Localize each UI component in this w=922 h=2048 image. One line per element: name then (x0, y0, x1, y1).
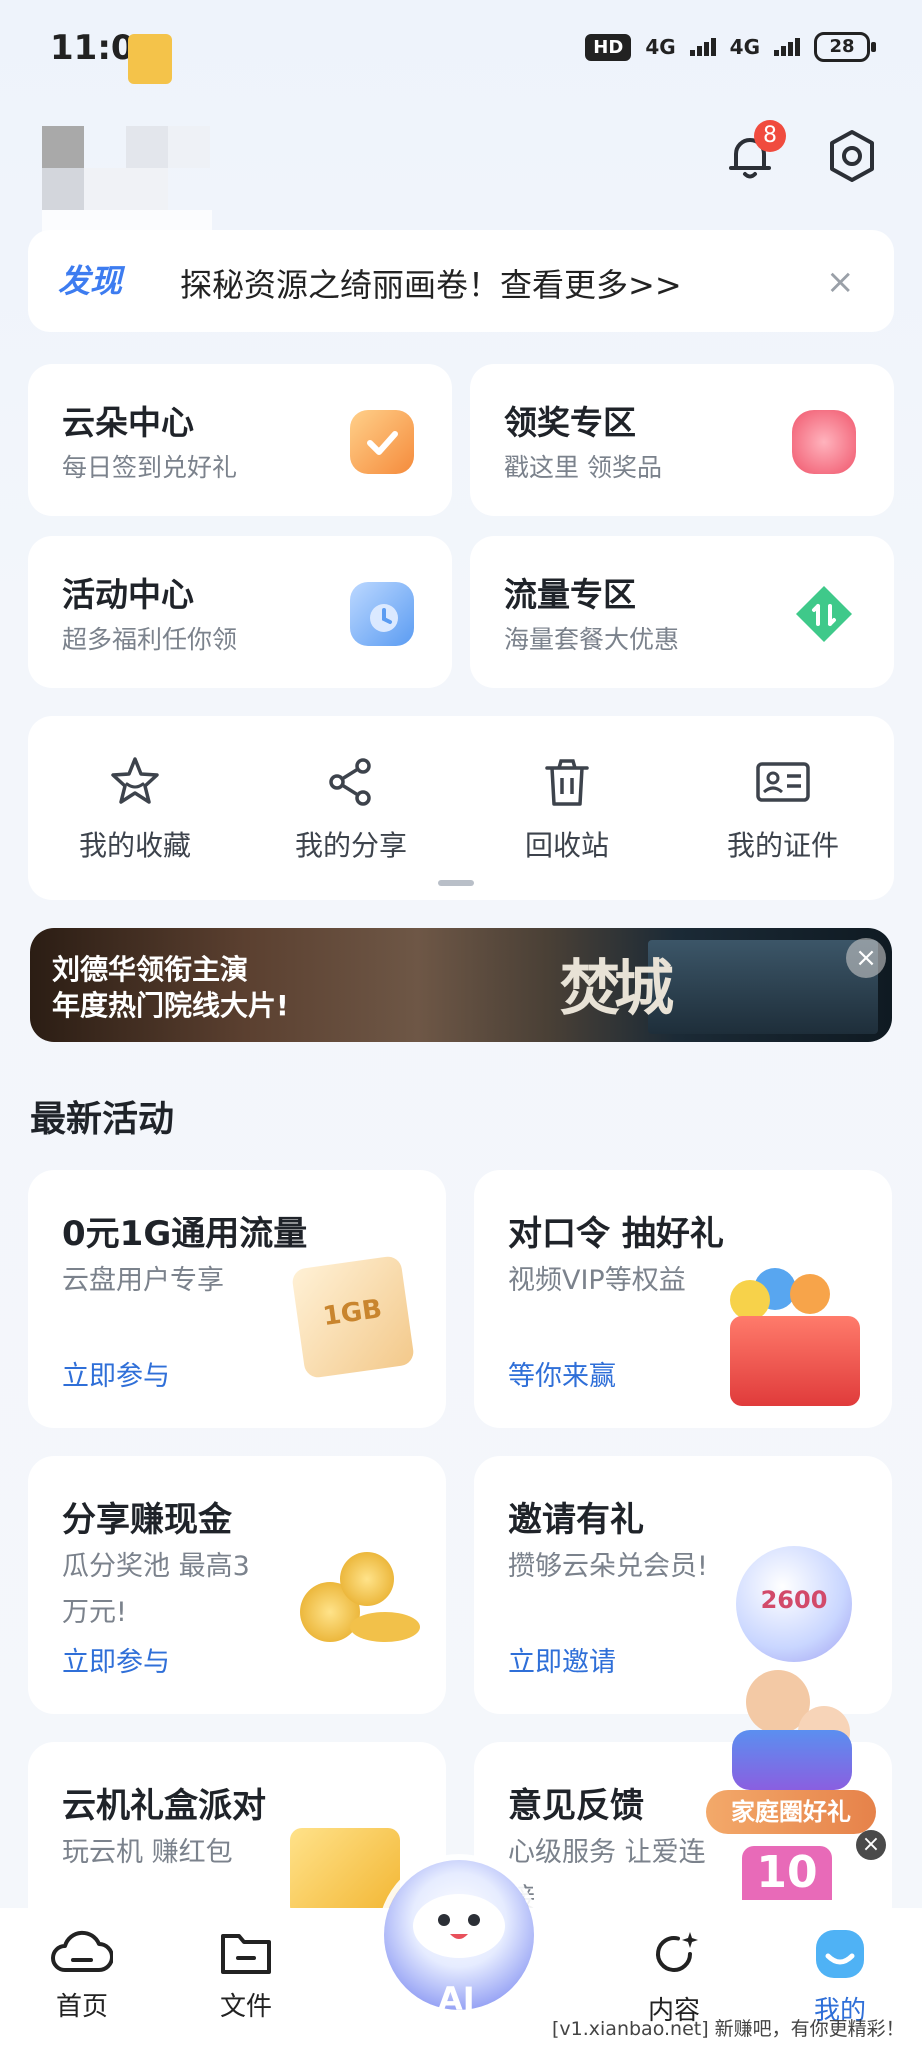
nav-files[interactable]: 文件 (186, 1926, 306, 2023)
watermark: [v1.xianbao.net] 新赚吧，有你更精彩！ (552, 2018, 905, 2040)
signal-icon (689, 38, 716, 56)
activity-subtitle: 云盘用户专享 (62, 1265, 224, 1296)
activity-title: 意见反馈 (508, 1786, 644, 1826)
banner-line-1: 刘德华领衔主演 (52, 953, 249, 986)
service-subtitle: 每日签到兑好礼 (62, 453, 238, 482)
quick-action-label: 回收站 (524, 829, 609, 862)
hd-badge: HD (585, 33, 632, 61)
gift-icon (792, 410, 856, 474)
service-card-rewards[interactable]: 领奖专区 戳这里 领奖品 (470, 364, 894, 516)
activity-link[interactable]: 等你来赢 (508, 1354, 616, 1393)
page-indicator (438, 880, 474, 886)
activity-title: 云机礼盒派对 (62, 1786, 266, 1826)
nav-profile[interactable]: 我的 (780, 1926, 900, 2027)
network-label-1: 4G (645, 35, 676, 59)
network-label-2: 4G (729, 35, 760, 59)
activity-card-password-draw[interactable]: 对口令 抽好礼 视频VIP等权益 等你来赢 (474, 1170, 892, 1428)
activity-subtitle: 视频VIP等权益 (508, 1265, 686, 1296)
banner-text: 刘德华领衔主演 年度热门院线大片! (52, 952, 289, 1024)
trash-icon (545, 759, 589, 806)
coins-illustration (290, 1542, 430, 1662)
data-gift-illustration: 1GB (290, 1254, 416, 1380)
quick-action-label: 我的分享 (294, 829, 407, 862)
invite-clouds-illustration: 2600 (736, 1546, 852, 1662)
data-gift-label: 1GB (321, 1294, 384, 1333)
banner-movie-title: 焚城 (560, 954, 674, 1024)
ai-label: AI (438, 1980, 475, 2018)
family-promo-label: 家庭圈好礼 (706, 1790, 876, 1834)
activity-subtitle: 瓜分奖池 最高3万元! (62, 1551, 250, 1628)
star-icon (111, 757, 159, 804)
nav-label: 首页 (55, 1992, 108, 2022)
service-card-cloud-center[interactable]: 云朵中心 每日签到兑好礼 (28, 364, 452, 516)
activity-link[interactable]: 立即邀请 (508, 1640, 616, 1679)
family-promo-float[interactable]: 家庭圈好礼 × 10 (706, 1670, 886, 1900)
notification-badge: 8 (754, 120, 786, 152)
sim-card-icon (128, 34, 172, 84)
banner-line-2: 年度热门院线大片! (52, 989, 289, 1022)
activity-title: 0元1G通用流量 (62, 1214, 308, 1254)
activity-link[interactable]: 立即参与 (62, 1640, 170, 1679)
calendar-check-icon (350, 410, 414, 474)
activity-title: 分享赚现金 (62, 1500, 232, 1540)
section-title: 最新活动 (30, 1099, 175, 1140)
gear-icon[interactable] (824, 128, 880, 184)
data-diamond-icon (796, 586, 852, 642)
discover-logo: 发现 (58, 262, 123, 300)
nav-label: 文件 (219, 1992, 272, 2022)
nav-content[interactable]: 内容 (614, 1926, 734, 2027)
activity-title: 邀请有礼 (508, 1500, 644, 1540)
service-card-activity-center[interactable]: 活动中心 超多福利任你领 (28, 536, 452, 688)
service-title: 流量专区 (504, 575, 636, 614)
quick-action-label: 我的收藏 (78, 829, 191, 862)
invite-clouds-value: 2600 (760, 1586, 828, 1614)
activity-link[interactable]: 立即参与 (62, 1354, 170, 1393)
activity-subtitle: 玩云机 赚红包 (62, 1837, 233, 1868)
family-figures (732, 1730, 852, 1790)
close-icon[interactable]: × (846, 938, 886, 978)
signal-icon-2 (774, 38, 800, 56)
smile-face-icon (816, 1930, 864, 1978)
quick-action-documents[interactable]: 我的证件 (688, 754, 878, 864)
service-title: 领奖专区 (504, 403, 636, 442)
activity-card-share-cash[interactable]: 分享赚现金 瓜分奖池 最高3万元! 立即参与 (28, 1456, 446, 1714)
banner-image (648, 940, 878, 1034)
notice-text[interactable]: 探秘资源之绮丽画卷！查看更多>> (180, 260, 682, 306)
battery-icon: 28 (814, 32, 876, 62)
close-icon[interactable]: × (856, 1830, 886, 1860)
service-title: 活动中心 (62, 575, 194, 614)
service-title: 云朵中心 (62, 403, 194, 442)
share-icon (329, 758, 371, 806)
quick-action-label: 我的证件 (726, 829, 839, 862)
activity-title: 对口令 抽好礼 (508, 1214, 724, 1254)
cloud-home-icon (51, 1930, 114, 1972)
feedback-number-art: 10 (742, 1846, 832, 1900)
service-subtitle: 超多福利任你领 (62, 625, 238, 654)
activity-subtitle: 攒够云朵兑会员! (508, 1551, 708, 1582)
status-indicators: HD 4G 4G 28 (585, 32, 876, 62)
nav-home[interactable]: 首页 (22, 1926, 142, 2023)
service-subtitle: 海量套餐大优惠 (504, 625, 680, 654)
service-subtitle: 戳这里 领奖品 (504, 453, 662, 482)
id-card-icon (756, 762, 810, 802)
service-card-data-plan[interactable]: 流量专区 海量套餐大优惠 (470, 536, 894, 688)
quick-action-recycle-bin[interactable]: 回收站 (472, 754, 662, 864)
activity-card-free-data[interactable]: 0元1G通用流量 云盘用户专享 立即参与 1GB (28, 1170, 446, 1428)
folder-icon (221, 1934, 271, 1974)
quick-action-favorites[interactable]: 我的收藏 (40, 754, 230, 864)
close-icon[interactable]: × (826, 262, 855, 302)
clock-folder-icon (350, 582, 414, 646)
refresh-sparkle-icon (656, 1932, 698, 1972)
quick-action-shares[interactable]: 我的分享 (256, 754, 446, 864)
